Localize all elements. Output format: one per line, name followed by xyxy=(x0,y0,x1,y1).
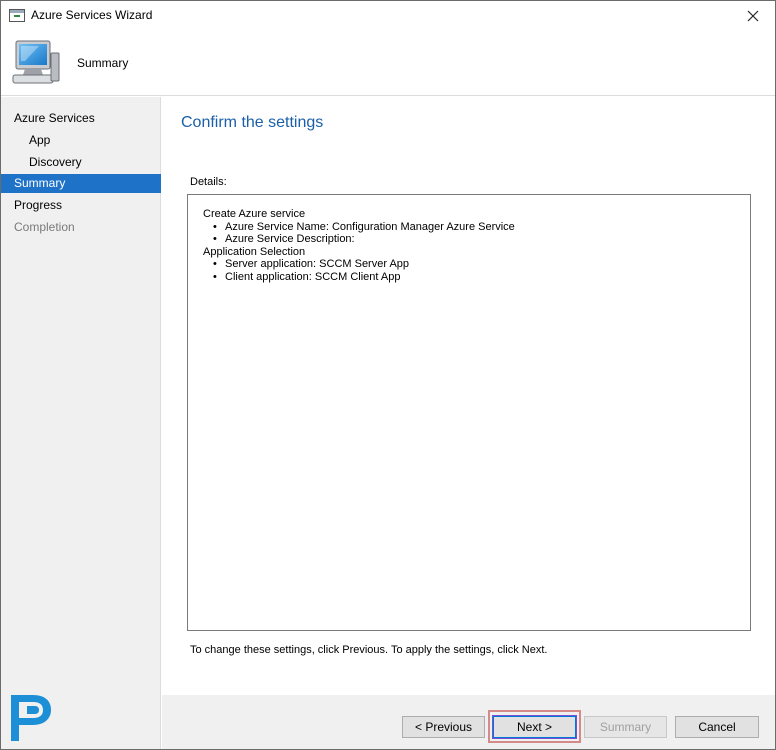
details-section-title: Application Selection xyxy=(203,245,306,258)
wizard-window: Azure Services Wizard Summary Azure Serv… xyxy=(0,0,776,750)
nav-item-completion: Completion xyxy=(14,220,75,234)
content-panel: Confirm the settings Details: Create Azu… xyxy=(162,97,775,695)
details-list-item: Azure Service Description: xyxy=(213,233,735,246)
details-list-item: Azure Service Name: Configuration Manage… xyxy=(213,221,735,234)
brand-logo-icon xyxy=(11,695,51,741)
hint-text: To change these settings, click Previous… xyxy=(190,644,548,656)
details-section-title: Create Azure service xyxy=(203,208,306,220)
title-bar: Azure Services Wizard xyxy=(1,1,775,31)
wizard-header: Summary xyxy=(1,31,775,96)
computer-icon xyxy=(12,40,60,84)
cancel-button[interactable]: Cancel xyxy=(675,716,759,738)
previous-button[interactable]: < Previous xyxy=(402,716,485,738)
details-label: Details: xyxy=(190,176,227,188)
summary-button: Summary xyxy=(584,716,667,738)
details-list-item: Server application: SCCM Server App xyxy=(213,258,735,271)
window-title: Azure Services Wizard xyxy=(31,8,153,22)
next-button[interactable]: Next > xyxy=(492,715,577,739)
close-button[interactable] xyxy=(731,1,775,31)
wizard-window-icon xyxy=(9,9,25,22)
header-title: Summary xyxy=(77,56,129,70)
button-bar: < Previous Next > Summary Cancel xyxy=(162,695,775,749)
details-text-box[interactable]: Create Azure service Azure Service Name:… xyxy=(187,194,751,631)
details-list: Server application: SCCM Server App Clie… xyxy=(203,258,735,283)
wizard-nav: Azure Services App Discovery Summary Pro… xyxy=(1,97,161,749)
nav-item-progress[interactable]: Progress xyxy=(1,196,161,215)
details-list: Azure Service Name: Configuration Manage… xyxy=(203,221,735,246)
nav-item-discovery[interactable]: Discovery xyxy=(1,153,161,172)
nav-item-app[interactable]: App xyxy=(1,131,161,150)
close-icon xyxy=(747,10,759,22)
nav-item-azure-services[interactable]: Azure Services xyxy=(1,109,161,128)
page-title: Confirm the settings xyxy=(181,114,324,131)
nav-item-summary[interactable]: Summary xyxy=(1,174,161,193)
details-list-item: Client application: SCCM Client App xyxy=(213,271,735,284)
